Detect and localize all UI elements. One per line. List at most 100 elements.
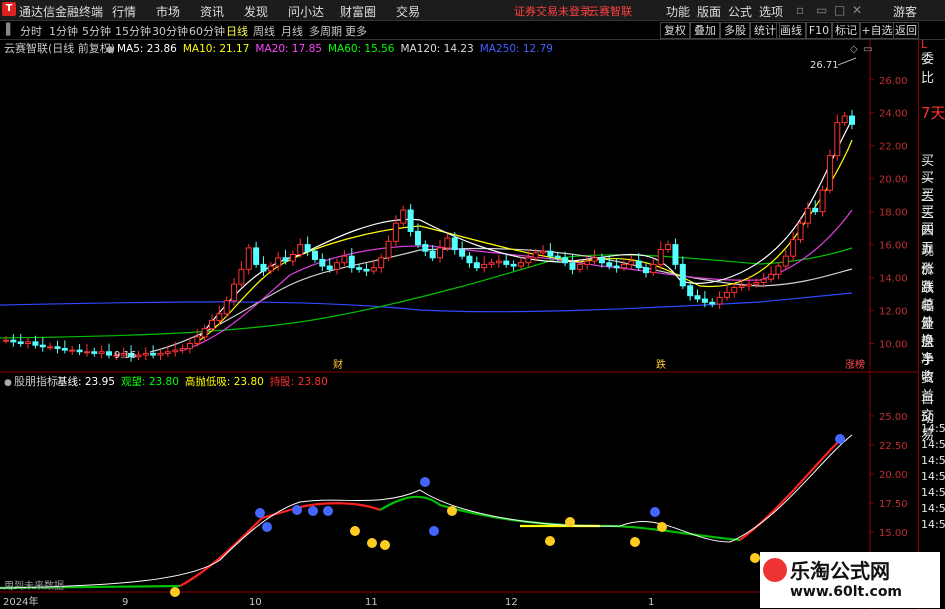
- app-name: 通达信金融终端: [19, 5, 104, 19]
- high-marker: 26.71: [810, 60, 839, 71]
- menu-discover[interactable]: 发现: [244, 3, 268, 20]
- minimize-icon[interactable]: ▫: [796, 3, 804, 17]
- candle-body: [650, 263, 657, 274]
- period-daily[interactable]: 日线: [226, 23, 248, 39]
- ma-legend-item: MA5: 23.86: [117, 43, 177, 55]
- indicator-legend-item: 观望: 23.80: [121, 375, 179, 388]
- period-intraday[interactable]: 分时: [20, 23, 42, 39]
- indicator-legend: 基线: 23.95 观望: 23.80 高抛低吸: 23.80 持股: 23.80: [57, 375, 328, 388]
- kline-chart[interactable]: 云赛智联(日线 前复权) ● MA5: 23.86 MA10: 21.17 MA20…: [0, 40, 918, 609]
- sell-signal-icon: [292, 505, 302, 515]
- menu-ask-xiaoda[interactable]: 问小达: [288, 3, 324, 20]
- settings-dot-icon[interactable]: ●: [106, 45, 114, 55]
- close-icon[interactable]: ✕: [852, 3, 862, 17]
- indicator-settings-icon[interactable]: ●: [4, 378, 12, 388]
- candle-body: [760, 278, 767, 284]
- restore-icon[interactable]: ▭: [816, 3, 827, 17]
- candle-body: [723, 291, 730, 298]
- f10-button[interactable]: F10: [806, 22, 832, 39]
- candle-body: [834, 122, 841, 157]
- period-more[interactable]: 更多: [345, 23, 367, 39]
- sell-signal-icon: [255, 508, 265, 518]
- diamond-icon[interactable]: ◇: [850, 44, 858, 55]
- future-data-note: 用到未来数据: [4, 579, 64, 592]
- side-time-1: 14:56: [921, 438, 945, 451]
- candle-body: [194, 336, 201, 345]
- candle-body: [201, 328, 208, 338]
- event-marker-finance[interactable]: 财: [333, 358, 343, 371]
- buy-signal-icon: [447, 506, 457, 516]
- buy-signal-icon: [630, 537, 640, 547]
- candle-body: [598, 257, 605, 264]
- sell-signal-icon: [262, 522, 272, 532]
- ma-legend: MA5: 23.86 MA10: 21.17 MA20: 17.85 MA60: 15…: [117, 43, 553, 55]
- menu-news[interactable]: 资讯: [200, 3, 224, 20]
- menu-market[interactable]: 市场: [156, 3, 180, 20]
- adjust-button[interactable]: 复权: [660, 22, 690, 39]
- candle-body: [245, 247, 252, 270]
- candle-body: [665, 244, 672, 251]
- x-label-nov: 11: [365, 597, 378, 608]
- candle-body: [223, 300, 230, 315]
- multi-stock-button[interactable]: 多股: [720, 22, 750, 39]
- menu-trade[interactable]: 交易: [396, 3, 420, 20]
- period-weekly[interactable]: 周线: [253, 23, 275, 39]
- y-tick-label: 20.00: [879, 470, 908, 481]
- maximize-icon[interactable]: □: [834, 3, 845, 17]
- period-1min[interactable]: 1分钟: [49, 23, 78, 39]
- indicator-legend-item: 持股: 23.80: [270, 375, 328, 388]
- candle-body: [304, 244, 311, 252]
- side-time-0: 14:5€: [921, 422, 945, 435]
- candle-body: [731, 286, 738, 293]
- candle-body: [61, 347, 68, 351]
- event-marker-drop[interactable]: 跌: [656, 358, 666, 371]
- menu-functions[interactable]: 功能: [666, 3, 690, 20]
- menu-formula[interactable]: 公式: [728, 3, 752, 20]
- candle-body: [142, 352, 149, 356]
- candle-body: [540, 250, 547, 254]
- candle-body: [83, 351, 90, 354]
- candle-body: [150, 352, 157, 356]
- candle-body: [459, 249, 466, 257]
- watermark-title: 乐淘公式网: [790, 559, 890, 583]
- candle-body: [157, 352, 164, 356]
- draw-line-button[interactable]: 画线: [776, 22, 806, 39]
- trade-login-notice[interactable]: 证券交易未登录: [514, 3, 591, 19]
- candle-body: [32, 341, 39, 346]
- candlesticks: [3, 109, 855, 362]
- candle-body: [186, 343, 193, 349]
- menu-options[interactable]: 选项: [759, 3, 783, 20]
- period-5min[interactable]: 5分钟: [82, 23, 111, 39]
- menu-layout[interactable]: 版面: [697, 3, 721, 20]
- candle-body: [738, 285, 745, 288]
- menu-wealth-circle[interactable]: 财富圈: [340, 3, 376, 20]
- y-tick-label: 12.00: [879, 307, 908, 318]
- period-15min[interactable]: 15分钟: [115, 23, 151, 39]
- indicator-name[interactable]: 股朋指标: [14, 374, 58, 388]
- guest-user[interactable]: 游客: [893, 3, 917, 20]
- period-monthly[interactable]: 月线: [281, 23, 303, 39]
- panel-toggle-icon[interactable]: ▭: [863, 44, 872, 55]
- period-60min[interactable]: 60分钟: [189, 23, 225, 39]
- period-30min[interactable]: 30分钟: [152, 23, 188, 39]
- back-button[interactable]: 返回: [893, 22, 919, 39]
- ma5-line: [199, 119, 853, 337]
- sell-signal-icon: [835, 434, 845, 444]
- event-marker-top-gainer[interactable]: 涨榜: [845, 358, 865, 371]
- ma10-line: [199, 139, 853, 341]
- side-label-weibi: 委比: [921, 52, 935, 86]
- candle-body: [253, 247, 260, 265]
- candle-body: [687, 285, 694, 297]
- candle-body: [576, 263, 583, 270]
- candle-body: [643, 267, 650, 274]
- mark-button[interactable]: 标记: [832, 22, 860, 39]
- indicator-legend-item: 基线: 23.95: [57, 375, 115, 388]
- side-time-2: 14:56: [921, 454, 945, 467]
- period-multi[interactable]: 多周期: [309, 23, 342, 39]
- overlay-button[interactable]: 叠加: [690, 22, 720, 39]
- candle-body: [841, 115, 848, 124]
- candle-body: [348, 255, 355, 269]
- indicator-lines: [0, 434, 853, 590]
- add-watchlist-button[interactable]: +自选: [860, 22, 894, 39]
- menu-quotes[interactable]: 行情: [112, 3, 136, 20]
